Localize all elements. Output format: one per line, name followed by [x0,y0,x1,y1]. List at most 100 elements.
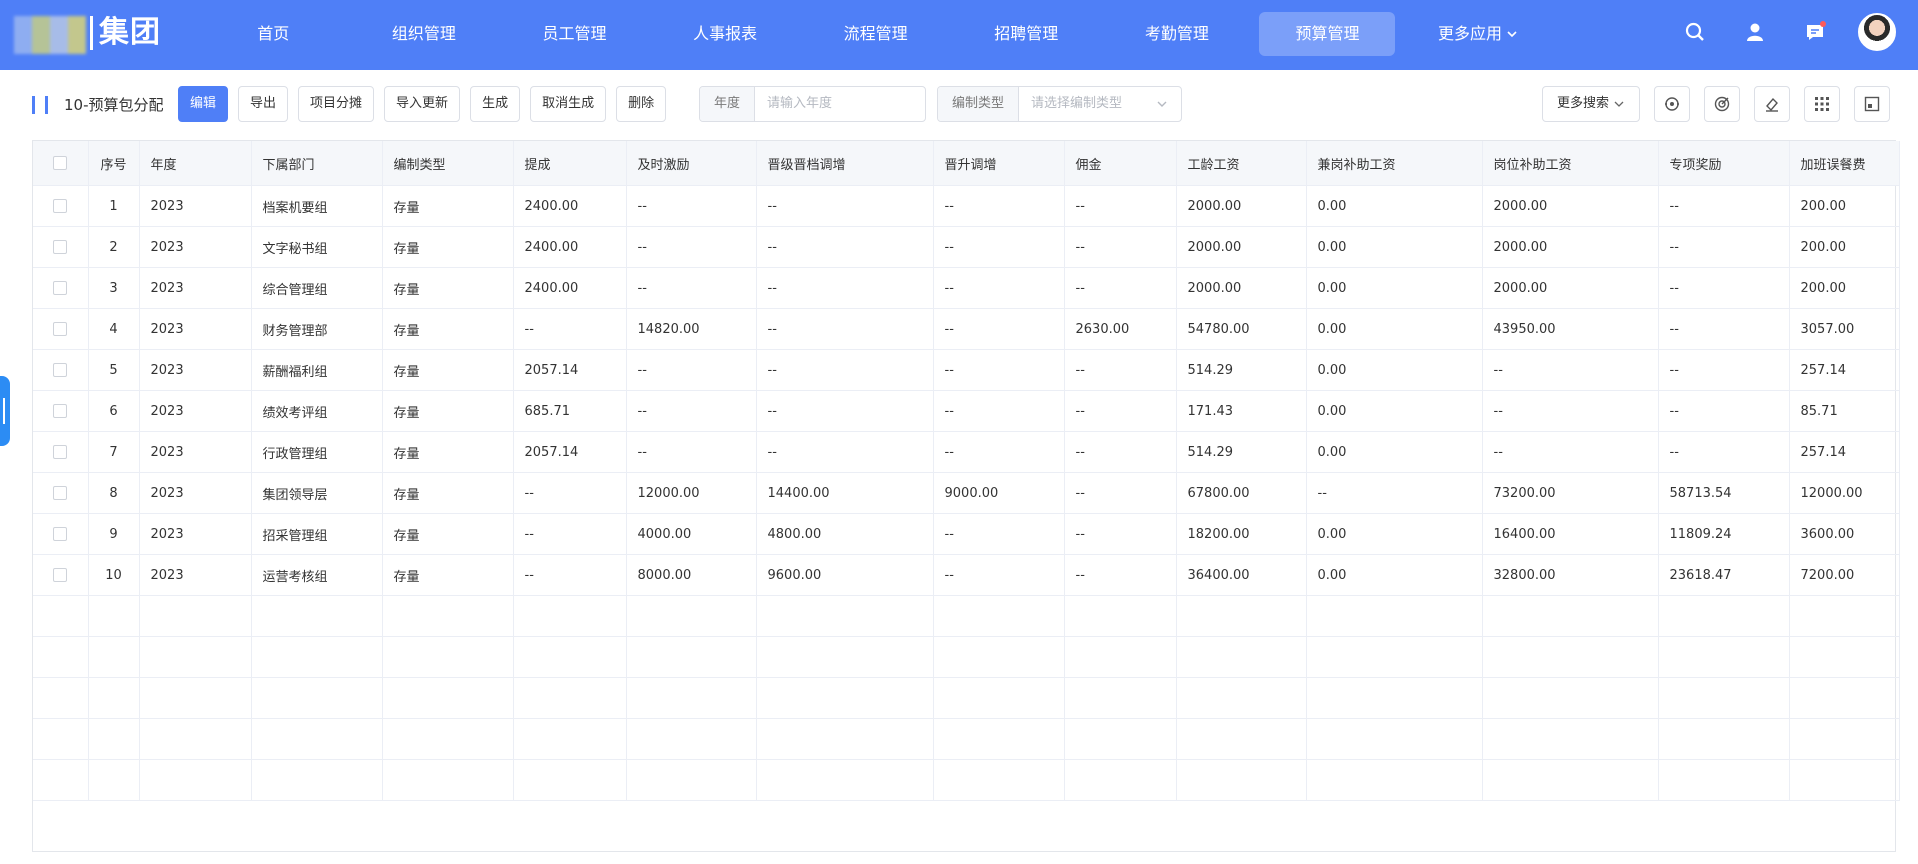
row-checkbox[interactable] [33,472,89,514]
table-cell: 综合管理组 [251,267,383,309]
side-expand-handle[interactable] [0,376,10,446]
table-cell: -- [756,349,934,391]
avatar[interactable] [1858,13,1896,51]
table-row[interactable]: 7 2023 行政管理组 存量 2057.14 -- -- -- -- 514.29 0.00 -- -… [33,431,1900,473]
nav-item-org[interactable]: 组织管理 [349,0,500,70]
table-row[interactable]: 10 2023 运营考核组 存量 -- 8000.00 9600.00 -- -- 36400.0… [33,554,1900,596]
table-cell: 2000.00 [1482,226,1659,268]
table-cell: 16400.00 [1482,513,1659,555]
table-cell: -- [933,226,1065,268]
type-select[interactable]: 请选择编制类型 [1019,87,1181,121]
nav-item-budget[interactable]: 预算管理 [1252,0,1403,70]
table-cell: 9000.00 [933,472,1065,514]
table-cell: 6 [88,390,140,432]
row-checkbox[interactable] [33,554,89,596]
table-cell: 12000.00 [626,472,757,514]
search-icon[interactable] [1678,15,1712,49]
page-title: 10-预算包分配 [32,94,164,115]
grid-icon[interactable] [1804,86,1840,122]
clear-icon[interactable] [1754,86,1790,122]
nav-item-process[interactable]: 流程管理 [800,0,951,70]
row-checkbox[interactable] [33,513,89,555]
col-header[interactable]: 下属部门 [251,141,383,186]
row-checkbox[interactable] [33,349,89,391]
col-header[interactable]: 晋升调增 [933,141,1065,186]
table-cell: 10 [88,554,140,596]
cancel-generate-button[interactable]: 取消生成 [530,86,607,122]
toolbar: 10-预算包分配 编辑 导出 项目分摊 导入更新 生成 取消生成 删除 年度 请… [0,70,1918,140]
row-checkbox[interactable] [33,185,89,227]
table-cell: 3600.00 [1789,513,1900,555]
year-input[interactable]: 请输入年度 [755,87,844,121]
col-header[interactable]: 提成 [513,141,627,186]
top-nav-bar: 集团 首页 组织管理 员工管理 人事报表 流程管理 招聘管理 考勤管理 预算管理… [0,0,1918,70]
table-cell: -- [1658,390,1790,432]
nav-item-employee[interactable]: 员工管理 [499,0,650,70]
col-header[interactable]: 佣金 [1064,141,1177,186]
table-cell: 18200.00 [1176,513,1307,555]
table-cell: 0.00 [1306,226,1483,268]
table-row[interactable]: 6 2023 绩效考评组 存量 685.71 -- -- -- -- 171.43 0.00 -- --… [33,390,1900,432]
table-cell: -- [513,513,627,555]
table-cell: -- [513,472,627,514]
delete-button[interactable]: 删除 [616,86,667,122]
empty-row [33,759,1900,801]
col-header[interactable]: 年度 [139,141,252,186]
col-header[interactable]: 岗位补助工资 [1482,141,1659,186]
action-buttons: 编辑 导出 项目分摊 导入更新 生成 取消生成 删除 [178,86,667,122]
table-cell: 14400.00 [756,472,934,514]
table-row[interactable]: 4 2023 财务管理部 存量 -- 14820.00 -- -- 2630.00 54780.0… [33,308,1900,350]
logo-text: 集团 [90,16,161,50]
table-cell: -- [626,349,757,391]
table-row[interactable]: 9 2023 招采管理组 存量 -- 4000.00 4800.00 -- -- 18200.00… [33,513,1900,555]
target-icon[interactable] [1704,86,1740,122]
row-checkbox[interactable] [33,390,89,432]
nav-item-home[interactable]: 首页 [198,0,349,70]
generate-button[interactable]: 生成 [470,86,521,122]
table-cell: 171.43 [1176,390,1307,432]
fullscreen-icon[interactable] [1854,86,1890,122]
col-header[interactable]: 加班误餐费 [1789,141,1900,186]
table-row[interactable]: 5 2023 薪酬福利组 存量 2057.14 -- -- -- -- 514.29 0.00 -- -… [33,349,1900,391]
edit-button[interactable]: 编辑 [178,86,229,122]
nav-item-more-apps[interactable]: 更多应用 [1403,0,1554,70]
col-header[interactable]: 及时激励 [626,141,757,186]
project-allocate-button[interactable]: 项目分摊 [298,86,375,122]
col-header[interactable]: 编制类型 [382,141,514,186]
export-button[interactable]: 导出 [238,86,289,122]
col-header[interactable]: 兼岗补助工资 [1306,141,1483,186]
table-cell: 8000.00 [626,554,757,596]
user-icon[interactable] [1738,15,1772,49]
col-header[interactable]: 工龄工资 [1176,141,1307,186]
col-header[interactable]: 序号 [88,141,140,186]
table-cell: -- [756,390,934,432]
row-checkbox[interactable] [33,308,89,350]
col-header[interactable]: 专项奖励 [1658,141,1790,186]
view-toggle-icon[interactable] [1654,86,1690,122]
table-cell: 32800.00 [1482,554,1659,596]
nav-item-recruit[interactable]: 招聘管理 [951,0,1102,70]
table-cell: 2000.00 [1482,267,1659,309]
table-row[interactable]: 2 2023 文字秘书组 存量 2400.00 -- -- -- -- 2000.00 0.00 20… [33,226,1900,268]
import-update-button[interactable]: 导入更新 [384,86,461,122]
year-filter: 年度 请输入年度 [699,86,926,122]
table-cell: 薪酬福利组 [251,349,383,391]
select-all-checkbox[interactable] [33,141,89,186]
message-icon[interactable] [1798,15,1832,49]
row-checkbox[interactable] [33,267,89,309]
title-accent-2 [45,95,48,114]
nav-item-hr-report[interactable]: 人事报表 [650,0,801,70]
col-header[interactable]: 晋级晋档调增 [756,141,934,186]
nav-item-attendance[interactable]: 考勤管理 [1102,0,1253,70]
table-row[interactable]: 1 2023 档案机要组 存量 2400.00 -- -- -- -- 2000.00 0.00 20… [33,185,1900,227]
more-search-button[interactable]: 更多搜索 [1541,86,1640,122]
table-cell: 36400.00 [1176,554,1307,596]
table-cell: 54780.00 [1176,308,1307,350]
table-cell: -- [756,431,934,473]
table-row[interactable]: 3 2023 综合管理组 存量 2400.00 -- -- -- -- 2000.00 0.00 20… [33,267,1900,309]
table-row[interactable]: 8 2023 集团领导层 存量 -- 12000.00 14400.00 9000.00 -- 6… [33,472,1900,514]
row-checkbox[interactable] [33,431,89,473]
table-cell: 2000.00 [1176,185,1307,227]
row-checkbox[interactable] [33,226,89,268]
company-logo[interactable]: 集团 [14,14,164,54]
